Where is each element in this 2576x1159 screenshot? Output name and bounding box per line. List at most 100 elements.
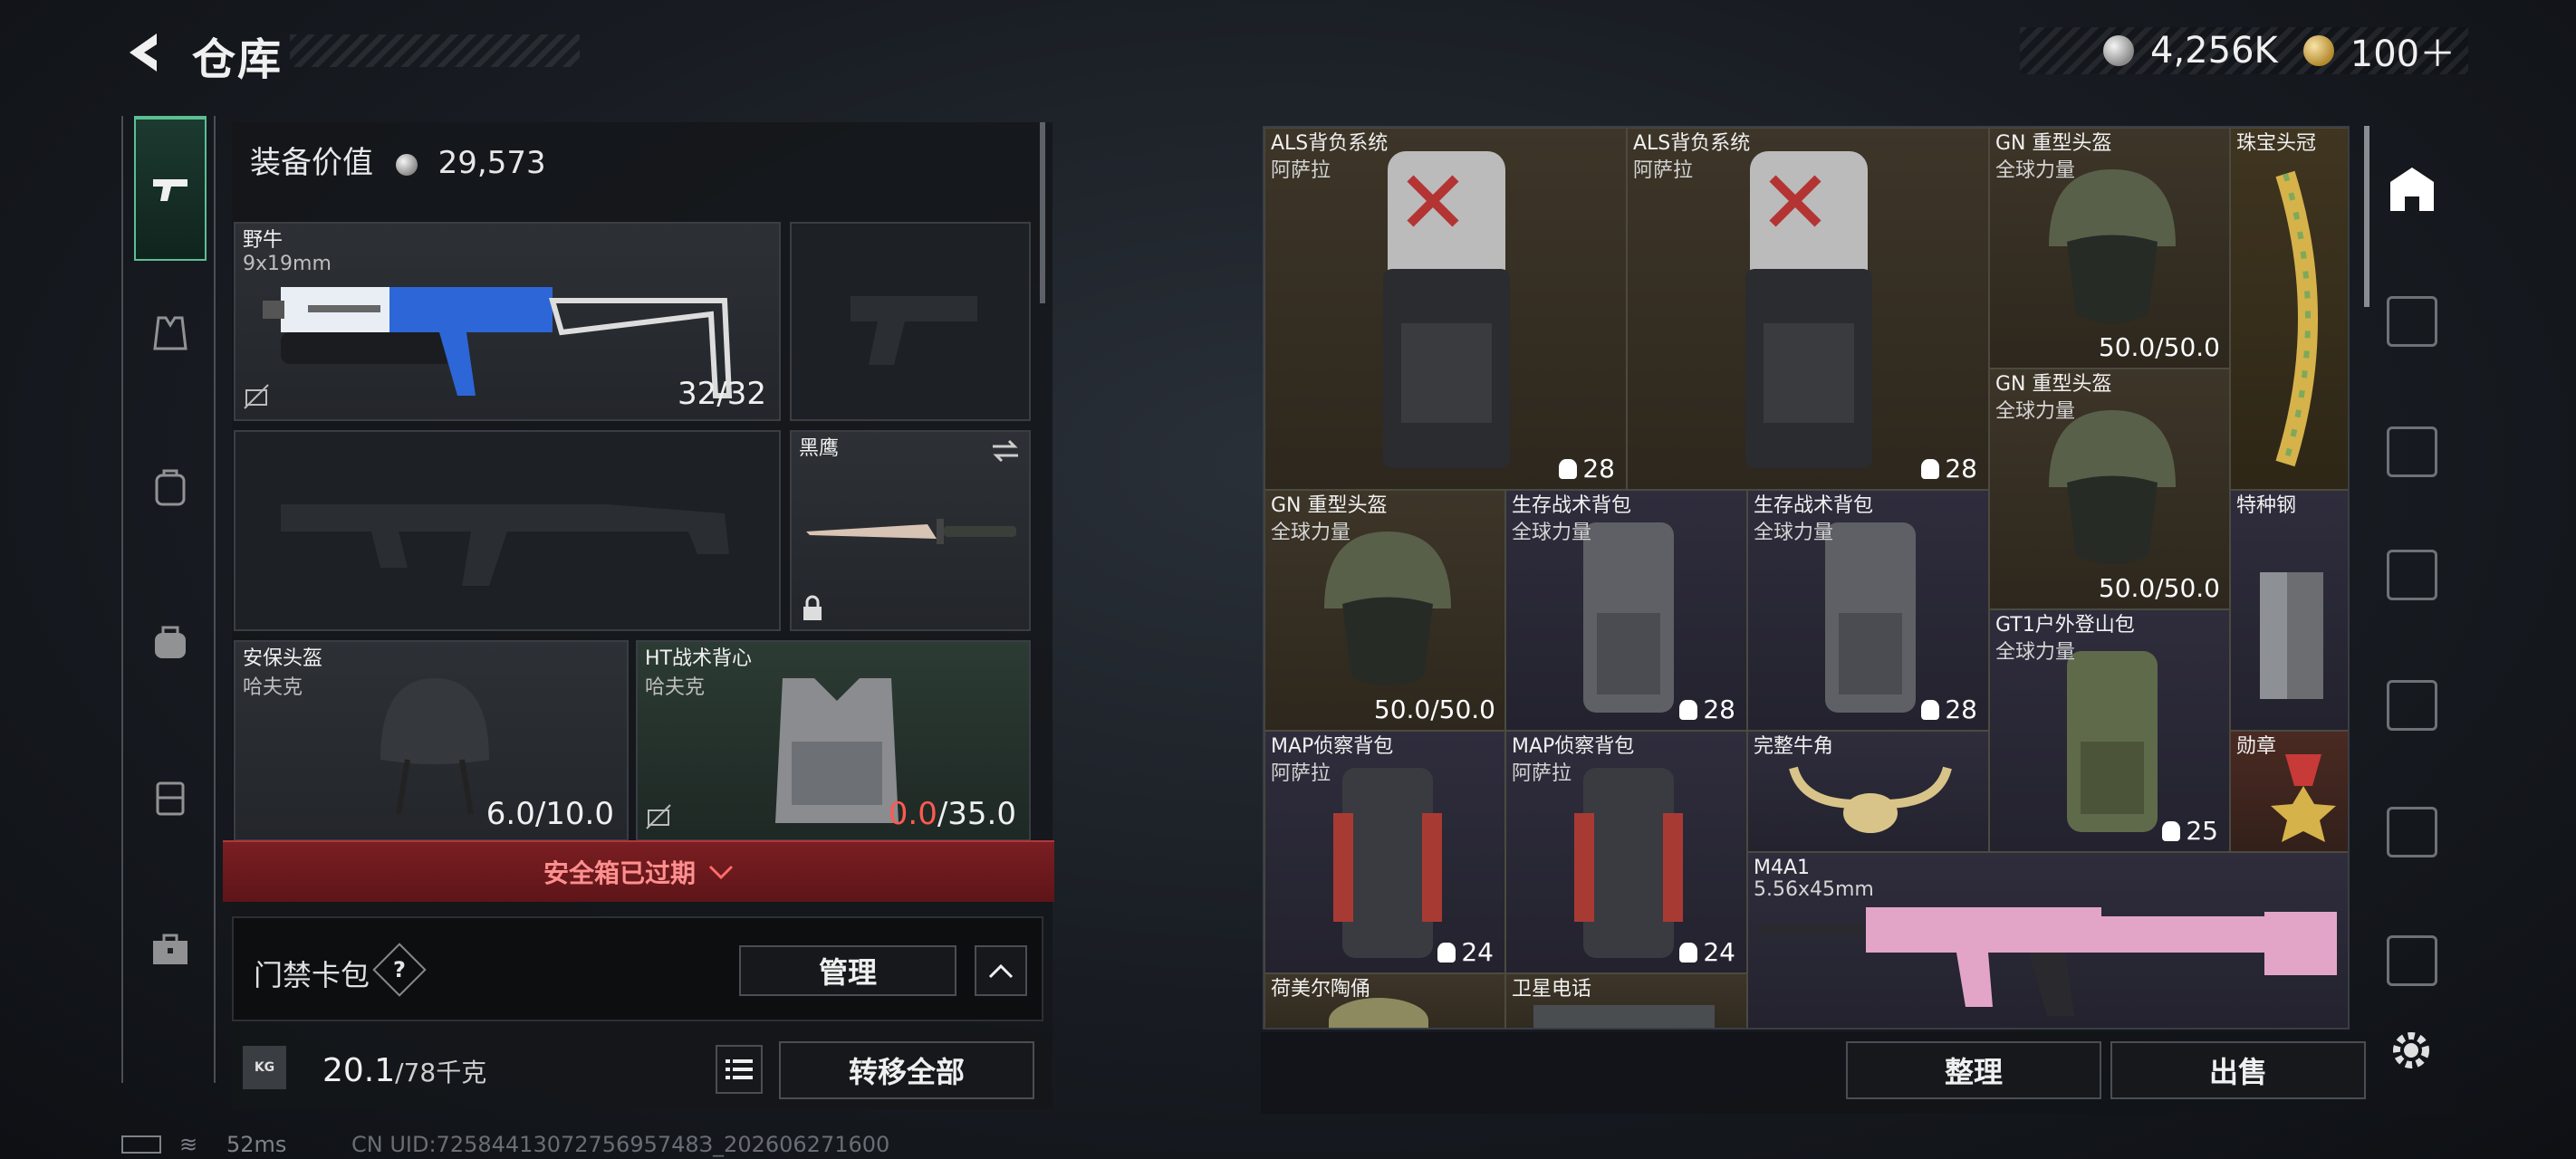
category-tools[interactable] bbox=[134, 876, 207, 1021]
storage-item[interactable]: 荷美尔陶俑 bbox=[1264, 973, 1505, 1028]
storage-item[interactable]: 勋章 bbox=[2230, 731, 2348, 852]
secondary-weapon-slot[interactable] bbox=[234, 430, 781, 631]
crown-image bbox=[2275, 170, 2318, 467]
item-name: 生存战术背包 bbox=[1512, 494, 1632, 517]
item-sub: 阿萨拉 bbox=[1271, 762, 1331, 785]
list-view-button[interactable] bbox=[716, 1045, 763, 1094]
loadout-scrollbar[interactable] bbox=[1040, 122, 1045, 303]
safe-box-banner[interactable]: 安全箱已过期 bbox=[223, 840, 1054, 902]
item-sub: 全球力量 bbox=[1995, 159, 2076, 182]
capacity-icon bbox=[2162, 820, 2181, 841]
sort-button[interactable]: 整理 bbox=[1846, 1041, 2101, 1099]
item-capacity: 28 bbox=[1921, 694, 1977, 724]
case-icon bbox=[156, 781, 185, 816]
sidearm-slot[interactable] bbox=[790, 222, 1031, 421]
item-capacity: 25 bbox=[2162, 816, 2218, 846]
item-name: 完整牛角 bbox=[1754, 735, 1834, 758]
item-name: 特种钢 bbox=[2236, 494, 2297, 517]
storage-item[interactable]: 生存战术背包 全球力量 28 bbox=[1747, 490, 1989, 731]
helmet-image bbox=[2049, 169, 2176, 323]
rifle-silhouette-icon bbox=[281, 504, 729, 586]
settings-icon bbox=[2393, 1032, 2429, 1068]
medal-image bbox=[2271, 754, 2336, 842]
capacity-icon bbox=[1437, 942, 1456, 963]
helmet-durability: 6.0/10.0 bbox=[485, 796, 614, 832]
helmet-image bbox=[1324, 532, 1451, 685]
storage-item[interactable]: GN 重型头盔 全球力量 50.0/50.0 bbox=[1264, 490, 1505, 731]
primary-weapon-name: 野牛 bbox=[243, 229, 284, 252]
helmet-image bbox=[2049, 410, 2176, 564]
category-weapons[interactable] bbox=[134, 116, 207, 261]
storage-item[interactable]: GN 重型头盔 全球力量 50.0/50.0 bbox=[1989, 128, 2230, 369]
page-title: 仓库 bbox=[192, 34, 284, 85]
item-sub: 全球力量 bbox=[1995, 641, 2076, 664]
storage-item[interactable]: ALS背负系统 阿萨拉 28 bbox=[1264, 128, 1627, 490]
item-sub: 全球力量 bbox=[1512, 522, 1592, 544]
shelf-tab[interactable] bbox=[2380, 543, 2444, 607]
item-name: ALS背负系统 bbox=[1633, 132, 1751, 155]
item-sub: 5.56x45mm bbox=[1754, 878, 1874, 901]
storage-item[interactable]: 珠宝头冠 bbox=[2230, 128, 2348, 490]
storage-item[interactable]: GT1户外登山包 全球力量 25 bbox=[1989, 609, 2230, 852]
category-backpack[interactable] bbox=[134, 415, 207, 560]
item-capacity: 24 bbox=[1437, 937, 1494, 967]
shelf-tab[interactable] bbox=[2380, 674, 2444, 737]
no-mod-icon bbox=[244, 384, 269, 409]
item-sub: 阿萨拉 bbox=[1633, 159, 1694, 182]
storage-item[interactable]: 完整牛角 bbox=[1747, 731, 1989, 852]
melee-slot[interactable]: 黑鹰 bbox=[790, 430, 1031, 631]
sell-button[interactable]: 出售 bbox=[2110, 1041, 2366, 1099]
swap-icon[interactable] bbox=[989, 437, 1022, 465]
storage-item[interactable]: MAP侦察背包 阿萨拉 24 bbox=[1505, 731, 1747, 973]
item-capacity: 28 bbox=[1679, 694, 1735, 724]
shelf-tab[interactable] bbox=[2380, 929, 2444, 992]
pistol-silhouette-icon bbox=[851, 296, 977, 365]
storage-item[interactable]: ALS背负系统 阿萨拉 28 bbox=[1627, 128, 1989, 490]
transfer-all-button[interactable]: 转移全部 bbox=[779, 1041, 1034, 1099]
category-armor[interactable] bbox=[134, 261, 207, 406]
rifle-image bbox=[1757, 907, 2337, 1016]
silver-coin-icon bbox=[2103, 35, 2134, 66]
melee-name: 黑鹰 bbox=[799, 437, 840, 460]
chevron-up-icon bbox=[988, 963, 1014, 979]
item-durability: 50.0/50.0 bbox=[1373, 694, 1495, 724]
expand-keycard-button[interactable] bbox=[975, 945, 1027, 996]
vest-slot[interactable]: HT战术背心 哈夫克 0.0/35.0 bbox=[636, 640, 1031, 841]
storage-item[interactable]: 生存战术背包 全球力量 28 bbox=[1505, 490, 1747, 731]
item-durability: 50.0/50.0 bbox=[2098, 332, 2220, 362]
capacity-icon bbox=[1921, 699, 1940, 720]
back-button[interactable] bbox=[118, 25, 172, 80]
item-durability: 50.0/50.0 bbox=[2098, 573, 2220, 603]
primary-weapon-ammo-count: 32/32 bbox=[678, 376, 766, 412]
item-capacity: 28 bbox=[1921, 454, 1977, 484]
shelf-tab[interactable] bbox=[2380, 420, 2444, 484]
shelf-icon bbox=[2387, 680, 2437, 731]
manage-button[interactable]: 管理 bbox=[739, 945, 956, 996]
category-bag[interactable] bbox=[134, 569, 207, 714]
primary-weapon-slot[interactable]: 野牛 9x19mm 32/32 bbox=[234, 222, 781, 421]
vest-durability-current: 0.0 bbox=[888, 796, 937, 832]
gold-coin-icon bbox=[2302, 35, 2334, 66]
settings-button[interactable] bbox=[2384, 1023, 2438, 1078]
storage-item[interactable]: M4A1 5.56x45mm bbox=[1747, 852, 2348, 1028]
storage-item[interactable]: MAP侦察背包 阿萨拉 24 bbox=[1264, 731, 1505, 973]
backpack-image bbox=[2067, 651, 2158, 832]
storage-item[interactable]: 特种钢 bbox=[2230, 490, 2348, 731]
helmet-name: 安保头盔 bbox=[243, 647, 323, 670]
weight-icon-label: KG bbox=[254, 1060, 275, 1075]
shelf-tab-active[interactable] bbox=[2380, 158, 2444, 221]
gold-amount[interactable]: 100＋ bbox=[2350, 24, 2456, 77]
storage-item[interactable]: GN 重型头盔 全球力量 50.0/50.0 bbox=[1989, 369, 2230, 609]
item-name: M4A1 bbox=[1754, 857, 1811, 879]
storage-item[interactable]: 卫星电话 bbox=[1505, 973, 1747, 1028]
storage-grid: ALS背负系统 阿萨拉 28 ALS背负系统 阿萨拉 28 GN 重型头盔 全球… bbox=[1263, 126, 2350, 1030]
shelf-icon bbox=[2387, 550, 2437, 600]
storage-scrollbar[interactable] bbox=[2364, 126, 2369, 307]
helmet-slot[interactable]: 安保头盔 哈夫克 6.0/10.0 bbox=[234, 640, 629, 841]
shelf-tab[interactable] bbox=[2380, 800, 2444, 864]
shelf-tab[interactable] bbox=[2380, 290, 2444, 353]
item-info: 28 bbox=[1703, 694, 1735, 724]
backpack-image bbox=[1383, 151, 1510, 468]
category-case[interactable] bbox=[134, 724, 207, 869]
backpack-image bbox=[1574, 768, 1683, 958]
